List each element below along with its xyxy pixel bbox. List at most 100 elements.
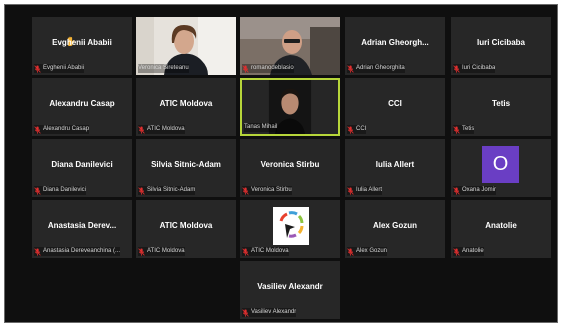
muted-mic-icon <box>138 247 145 256</box>
participant-name: Tetis <box>491 99 511 108</box>
name-bar: Tanas Mihail <box>244 123 278 132</box>
participant-label: Veronica Sireteanu <box>138 65 189 71</box>
participant-name: CCI <box>388 99 402 108</box>
participant-tile[interactable]: Silvia Sitnic-Adam Silvia Sitnic-Adam <box>136 139 236 197</box>
name-bar: Diana Danilevici <box>34 186 87 195</box>
participant-tile[interactable]: Anastasia Derev... Anastasia Dereveanchi… <box>32 200 132 258</box>
participant-label: Diana Danilevici <box>43 187 87 193</box>
muted-mic-icon <box>34 125 41 134</box>
muted-mic-icon <box>347 186 354 195</box>
participant-label: Tetis <box>462 126 475 132</box>
muted-mic-icon <box>347 64 354 73</box>
name-bar: ATIC Moldova <box>138 125 185 134</box>
muted-mic-icon <box>242 308 249 317</box>
participant-label: Anatolie <box>462 248 484 254</box>
name-bar: Iulia Allert <box>347 186 383 195</box>
name-bar: ATIC Moldova <box>138 247 185 256</box>
participant-tile[interactable]: Vasiliev Alexandr Vasiliev Alexandr <box>240 261 340 319</box>
name-bar: Silvia Sitnic-Adam <box>138 186 196 195</box>
participant-tile[interactable]: Iuri Cicibaba Iuri Cicibaba <box>451 17 551 75</box>
muted-mic-icon <box>138 125 145 134</box>
name-bar: Vasiliev Alexandr <box>242 308 297 317</box>
muted-mic-icon <box>34 186 41 195</box>
participant-label: Iuri Cicibaba <box>462 65 496 71</box>
participant-tile[interactable]: CCI CCI <box>345 78 445 136</box>
muted-mic-icon <box>34 64 41 73</box>
participant-name: Veronica Stirbu <box>260 160 320 169</box>
participant-label: CCI <box>356 126 367 132</box>
participant-tile-video[interactable]: Veronica Sireteanu <box>136 17 236 75</box>
avatar: O <box>482 146 519 183</box>
muted-mic-icon <box>347 125 354 134</box>
participant-name: Alex Gozun <box>372 221 417 230</box>
participant-tile[interactable]: Evghenii Ababii Evghenii Ababii <box>32 17 132 75</box>
participant-tile[interactable]: Diana Danilevici Diana Danilevici <box>32 139 132 197</box>
participant-label: ATIC Moldova <box>251 248 289 254</box>
muted-mic-icon <box>34 247 41 256</box>
participant-name: Evghenii Ababii <box>52 38 112 47</box>
meeting-gallery-view: Evghenii Ababii Evghenii Ababii Veronica… <box>4 4 558 323</box>
participant-name: Iuri Cicibaba <box>476 38 525 47</box>
muted-mic-icon <box>242 64 249 73</box>
participant-label: ATIC Moldova <box>147 248 185 254</box>
muted-mic-icon <box>242 186 249 195</box>
name-bar: ATIC Moldova <box>242 247 289 256</box>
participant-tile[interactable]: Alex Gozun Alex Gozun <box>345 200 445 258</box>
participant-tile[interactable]: ATIC Moldova ATIC Moldova <box>136 78 236 136</box>
participant-label: ATIC Moldova <box>147 126 185 132</box>
participant-tile-active-speaker[interactable]: Tanas Mihail <box>240 78 340 136</box>
name-bar: CCI <box>347 125 367 134</box>
muted-mic-icon <box>138 186 145 195</box>
name-bar: Iuri Cicibaba <box>453 64 496 73</box>
name-bar: Veronica Stirbu <box>242 186 292 195</box>
participant-tile[interactable]: Iulia Allert Iulia Allert <box>345 139 445 197</box>
participant-label: Evghenii Ababii <box>43 65 85 71</box>
participant-tile-logo[interactable]: ATIC Moldova <box>240 200 340 258</box>
name-bar: Evghenii Ababii <box>34 64 85 73</box>
name-bar: Adrian Gheorghita <box>347 64 405 73</box>
participant-tile[interactable]: Veronica Stirbu Veronica Stirbu <box>240 139 340 197</box>
participant-label: Vasiliev Alexandr <box>251 309 297 315</box>
participant-name: Diana Danilevici <box>51 160 113 169</box>
participant-label: Veronica Stirbu <box>251 187 292 193</box>
participant-label: Silvia Sitnic-Adam <box>147 187 196 193</box>
muted-mic-icon <box>453 64 460 73</box>
muted-mic-icon <box>453 247 460 256</box>
participant-label: Adrian Gheorghita <box>356 65 405 71</box>
participant-tile[interactable]: Alexandru Casap Alexandru Casap <box>32 78 132 136</box>
participant-name: Anastasia Derev... <box>47 221 117 230</box>
name-bar: Tetis <box>453 125 475 134</box>
participant-name: Vasiliev Alexandr <box>257 282 323 291</box>
muted-mic-icon <box>453 186 460 195</box>
organization-logo <box>273 207 309 245</box>
name-bar: Anastasia Dereveanchina (... <box>34 247 121 256</box>
name-bar: romanodeblasio <box>242 64 294 73</box>
participant-tile[interactable]: Tetis Tetis <box>451 78 551 136</box>
participant-label: Alex Gozun <box>356 248 388 254</box>
participant-label: Anastasia Dereveanchina (... <box>43 248 121 254</box>
participant-label: romanodeblasio <box>251 65 294 71</box>
participant-label: Tanas Mihail <box>244 124 278 130</box>
participant-label: Iulia Allert <box>356 187 383 193</box>
participant-name: Silvia Sitnic-Adam <box>151 160 221 169</box>
name-bar: Oxana Jomir <box>453 186 497 195</box>
participant-name: Alexandru Casap <box>49 99 115 108</box>
participant-name: Anatolie <box>485 221 517 230</box>
name-bar: Veronica Sireteanu <box>138 64 189 73</box>
participant-name: ATIC Moldova <box>159 221 213 230</box>
name-bar: Alexandru Casap <box>34 125 90 134</box>
participant-tile[interactable]: ATIC Moldova ATIC Moldova <box>136 200 236 258</box>
name-bar: Alex Gozun <box>347 247 388 256</box>
participant-tile[interactable]: Anatolie Anatolie <box>451 200 551 258</box>
participant-label: Alexandru Casap <box>43 126 90 132</box>
participant-name: Iulia Allert <box>375 160 415 169</box>
participant-name: ATIC Moldova <box>159 99 213 108</box>
muted-mic-icon <box>242 247 249 256</box>
name-bar: Anatolie <box>453 247 484 256</box>
participant-label: Oxana Jomir <box>462 187 497 193</box>
participant-tile-video[interactable]: romanodeblasio <box>240 17 340 75</box>
muted-mic-icon <box>453 125 460 134</box>
participant-name: Adrian Gheorgh... <box>361 38 429 47</box>
muted-mic-icon <box>347 247 354 256</box>
participant-tile[interactable]: Adrian Gheorgh... Adrian Gheorghita <box>345 17 445 75</box>
